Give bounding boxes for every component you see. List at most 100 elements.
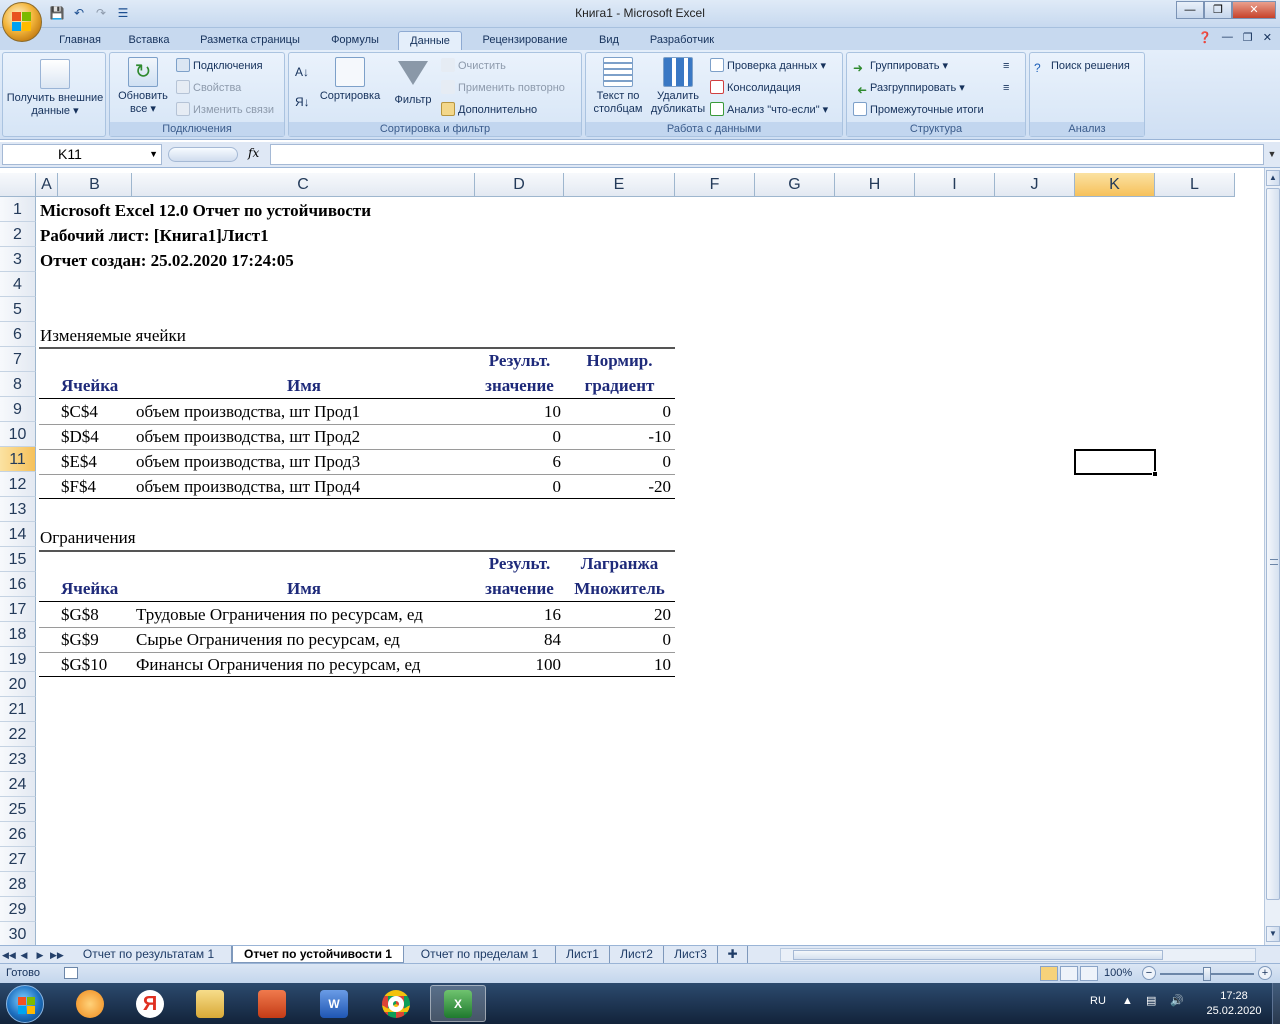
row-header-28[interactable]: 28	[0, 872, 36, 897]
zoom-in-icon[interactable]: +	[1258, 966, 1272, 980]
row-header-4[interactable]: 4	[0, 272, 36, 297]
row-header-29[interactable]: 29	[0, 897, 36, 922]
column-header-h[interactable]: H	[835, 173, 915, 197]
refresh-all-button[interactable]: ↻ Обновить все ▾	[112, 57, 174, 116]
tab-review[interactable]: Рецензирование	[472, 31, 578, 50]
active-cell-k11[interactable]	[1074, 449, 1158, 477]
row-header-19[interactable]: 19	[0, 647, 36, 672]
close-button[interactable]: ✕	[1232, 1, 1276, 19]
report-created[interactable]: Отчет создан: 25.02.2020 17:24:05	[40, 248, 294, 273]
scroll-down-icon[interactable]: ▼	[1266, 926, 1280, 942]
formula-input[interactable]	[270, 144, 1264, 165]
tab-developer[interactable]: Разработчик	[640, 31, 724, 50]
header-final-value[interactable]: значение	[475, 373, 564, 398]
row-header-20[interactable]: 20	[0, 672, 36, 697]
row-header-23[interactable]: 23	[0, 747, 36, 772]
insert-sheet-icon[interactable]: ✚	[718, 946, 748, 963]
excel-icon[interactable]: X	[430, 985, 486, 1022]
remove-duplicates-button[interactable]: Удалить дубликаты	[648, 57, 708, 116]
adjustable-value[interactable]: 10	[475, 399, 561, 424]
tab-view[interactable]: Вид	[590, 31, 628, 50]
insert-function-icon[interactable]: fx	[248, 146, 259, 160]
last-sheet-icon[interactable]: ▶▶	[50, 947, 64, 963]
data-validation-button[interactable]: Проверка данных ▾	[710, 57, 826, 75]
constraint-value[interactable]: 84	[475, 627, 561, 652]
column-header-g[interactable]: G	[755, 173, 835, 197]
worksheet-grid[interactable]: ABCDEFGHIJKL 1 2 3 4 5 6 7 8 9 10 11 12 13 14 15 16 17 18…	[0, 173, 1264, 945]
row-header-18[interactable]: 18	[0, 622, 36, 647]
normal-view-icon[interactable]	[1040, 966, 1058, 981]
row-header-11[interactable]: 11	[0, 447, 36, 472]
header-final-value[interactable]: Результ.	[475, 348, 564, 373]
header-name[interactable]: Имя	[133, 576, 475, 601]
row-header-8[interactable]: 8	[0, 372, 36, 397]
row-header-5[interactable]: 5	[0, 297, 36, 322]
subtotal-button[interactable]: Промежуточные итоги	[853, 101, 984, 119]
language-indicator[interactable]: RU	[1090, 995, 1106, 1007]
row-header-22[interactable]: 22	[0, 722, 36, 747]
macro-record-icon[interactable]	[64, 967, 78, 979]
header-cell[interactable]: Ячейка	[61, 373, 118, 398]
show-detail-button[interactable]: ≡	[1003, 57, 1009, 75]
clock[interactable]: 17:28 25.02.2020	[1196, 989, 1272, 1019]
sheet-tab-limits[interactable]: Отчет по пределам 1	[404, 946, 556, 963]
clear-filter-button[interactable]: Очистить	[441, 57, 506, 75]
row-header-7[interactable]: 7	[0, 347, 36, 372]
report-title[interactable]: Microsoft Excel 12.0 Отчет по устойчивос…	[40, 198, 371, 223]
word-icon[interactable]: W	[306, 985, 362, 1022]
constraint-cell[interactable]: $G$8	[61, 602, 131, 627]
scroll-up-icon[interactable]: ▲	[1266, 170, 1280, 186]
column-header-l[interactable]: L	[1155, 173, 1235, 197]
tab-page-layout[interactable]: Разметка страницы	[190, 31, 310, 50]
row-header-3[interactable]: 3	[0, 247, 36, 272]
column-header-d[interactable]: D	[475, 173, 564, 197]
vertical-scrollbar[interactable]: ▲ ▼	[1264, 168, 1280, 945]
adjustable-grad[interactable]: -10	[564, 424, 671, 449]
chevron-down-icon[interactable]: ▼	[149, 145, 158, 164]
ungroup-button[interactable]: ➜ Разгруппировать ▾	[853, 79, 965, 97]
constraint-name[interactable]: Трудовые Ограничения по ресурсам, ед	[136, 602, 475, 627]
sort-az-button[interactable]: A↓	[295, 63, 309, 81]
row-header-27[interactable]: 27	[0, 847, 36, 872]
sheet-tab-list1[interactable]: Лист1	[556, 946, 610, 963]
adjustable-name[interactable]: объем производства, шт Прод1	[136, 399, 475, 424]
network-icon[interactable]: ▤	[1146, 995, 1158, 1007]
tab-data[interactable]: Данные	[398, 31, 462, 50]
adjustable-value[interactable]: 0	[475, 424, 562, 449]
sort-button[interactable]: Сортировка	[317, 57, 383, 103]
constraint-mult[interactable]: 10	[564, 652, 671, 677]
header-name[interactable]: Имя	[133, 373, 475, 398]
get-external-data-button[interactable]: Получить внешние данные ▾	[5, 57, 105, 118]
column-header-e[interactable]: E	[564, 173, 675, 197]
maximize-button[interactable]: ❐	[1204, 1, 1232, 19]
sheet-tab-list3[interactable]: Лист3	[664, 946, 718, 963]
scroll-thumb[interactable]	[1266, 188, 1280, 900]
adjustable-cell[interactable]: $D$4	[61, 424, 131, 449]
minimize-button[interactable]: —	[1176, 1, 1204, 19]
adjustable-grad[interactable]: 0	[564, 399, 672, 424]
column-header-c[interactable]: C	[132, 173, 475, 197]
name-box[interactable]: K11 ▼	[2, 144, 162, 165]
first-sheet-icon[interactable]: ◀◀	[2, 947, 16, 963]
tab-home[interactable]: Главная	[50, 31, 110, 50]
adjustable-value[interactable]: 0	[475, 474, 562, 499]
report-worksheet[interactable]: Рабочий лист: [Книга1]Лист1	[40, 223, 269, 248]
minimize-icon[interactable]: —	[1222, 31, 1233, 44]
prev-sheet-icon[interactable]: ◀	[18, 947, 30, 963]
show-desktop-button[interactable]	[1272, 983, 1280, 1024]
fill-handle[interactable]	[1152, 471, 1158, 477]
consolidate-button[interactable]: Консолидация	[710, 79, 801, 97]
adjustable-cell[interactable]: $E$4	[61, 449, 131, 474]
expand-formula-bar-icon[interactable]: ▼	[1266, 145, 1278, 164]
header-final-value[interactable]: значение	[475, 576, 564, 601]
row-header-24[interactable]: 24	[0, 772, 36, 797]
sheet-tab-sensitivity[interactable]: Отчет по устойчивости 1	[232, 946, 404, 963]
constraint-mult[interactable]: 0	[564, 627, 672, 652]
filter-button[interactable]: Фильтр	[389, 57, 437, 107]
column-header-j[interactable]: J	[995, 173, 1075, 197]
row-header-30[interactable]: 30	[0, 922, 36, 945]
column-header-k[interactable]: K	[1075, 173, 1155, 197]
adjustable-value[interactable]: 6	[475, 449, 562, 474]
constraint-name[interactable]: Финансы Ограничения по ресурсам, ед	[136, 652, 475, 677]
row-header-17[interactable]: 17	[0, 597, 36, 622]
